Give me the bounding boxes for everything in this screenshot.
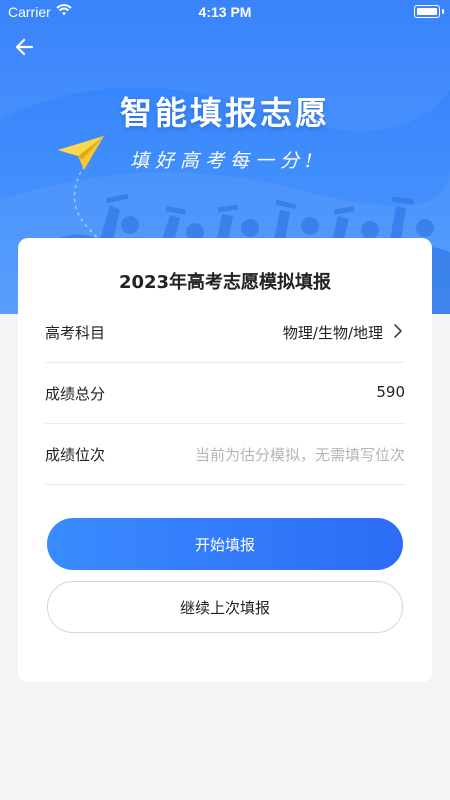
paper-plane-icon [58,136,104,170]
battery-tip [442,9,444,14]
status-bar: Carrier 4:13 PM [0,0,450,24]
subjects-row[interactable]: 高考科目 物理/生物/地理 [45,302,405,363]
clock: 4:13 PM [198,4,252,20]
rank-row[interactable]: 成绩位次 当前为估分模拟，无需填写位次 [45,424,405,485]
volunteer-form-card: 2023年高考志愿模拟填报 高考科目 物理/生物/地理 成绩总分 590 成绩位… [18,238,432,682]
rank-label: 成绩位次 [45,446,106,464]
subjects-value: 物理/生物/地理 [282,324,383,342]
rank-placeholder: 当前为估分模拟，无需填写位次 [194,446,405,464]
continue-last-filling-button[interactable]: 继续上次填报 [47,581,403,633]
hero-slogan: 填好高考每一分! [130,150,319,172]
battery-icon [414,5,440,18]
start-filling-button[interactable]: 开始填报 [47,518,403,570]
total-score-value: 590 [376,383,405,401]
hero-title: 智能填报志愿 [119,94,330,132]
subjects-label: 高考科目 [45,324,106,342]
total-score-label: 成绩总分 [45,385,106,403]
total-score-row[interactable]: 成绩总分 590 [45,363,405,424]
back-arrow-icon[interactable] [12,35,40,59]
card-title: 2023年高考志愿模拟填报 [118,272,332,293]
chevron-right-icon [394,324,402,338]
